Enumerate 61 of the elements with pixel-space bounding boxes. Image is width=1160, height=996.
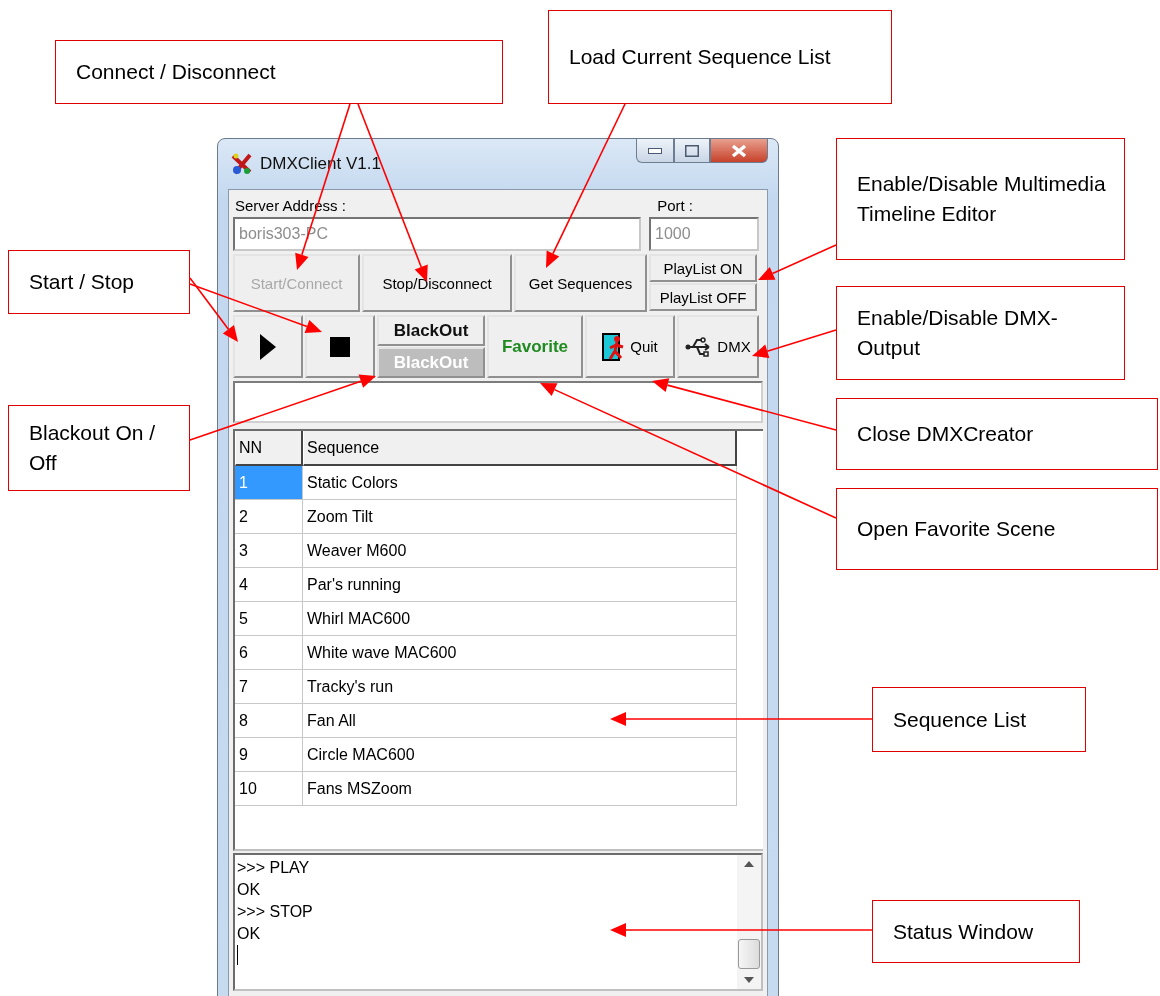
callout-label: Start / Stop [8,250,190,314]
scroll-thumb[interactable] [738,939,760,969]
connect-button[interactable]: Get Sequences [514,254,647,312]
maximize-button[interactable] [674,139,710,163]
callout-label: Close DMXCreator [836,398,1158,470]
table-cell[interactable]: Fans MSZoom [303,772,737,806]
status-line: OK [237,924,262,944]
callout-label: Connect / Disconnect [55,40,503,104]
table-cell[interactable]: Whirl MAC600 [303,602,737,636]
callout-label: Open Favorite Scene [836,488,1158,570]
callout-label: Status Window [872,900,1080,963]
status-line: >>> STOP [237,902,314,922]
app-icon [230,152,254,176]
table-cell[interactable]: Circle MAC600 [303,738,737,772]
table-cell[interactable]: 8 [235,704,303,738]
blackout-button[interactable]: BlackOut [377,315,485,346]
table-cell[interactable]: 7 [235,670,303,704]
table-cell[interactable]: 2 [235,500,303,534]
favorite-button[interactable]: Favorite [487,315,583,378]
table-cell[interactable]: 9 [235,738,303,772]
table-cell[interactable]: 3 [235,534,303,568]
callout-label: Blackout On / Off [8,405,190,491]
play-icon [260,333,276,360]
table-cell[interactable]: Static Colors [303,466,737,500]
callout-label: Enable/Disable Multimedia Timeline Editor [836,138,1125,260]
table-cell[interactable]: Par's running [303,568,737,602]
callout-label: Load Current Sequence List [548,10,892,104]
table-cell[interactable]: White wave MAC600 [303,636,737,670]
table-cell[interactable]: Tracky's run [303,670,737,704]
stop-button[interactable] [305,315,375,378]
play-button[interactable] [233,315,303,378]
dmx-button[interactable]: DMX [677,315,759,378]
scroll-down-icon [744,977,754,983]
column-header[interactable]: Sequence [303,431,737,466]
quit-button[interactable]: Quit [585,315,675,378]
text-cursor [237,945,238,965]
close-button[interactable] [710,139,768,163]
port-label: Port : [657,196,693,214]
input-field[interactable] [233,381,763,423]
connect-button[interactable]: Stop/Disconnect [362,254,512,312]
callout-label: Enable/Disable DMX-Output [836,286,1125,380]
table-cell[interactable]: 4 [235,568,303,602]
close-icon [731,143,747,158]
table-cell[interactable]: Zoom Tilt [303,500,737,534]
table-cell[interactable]: 5 [235,602,303,636]
status-line: >>> PLAY [237,858,311,878]
table-cell[interactable]: Fan All [303,704,737,738]
status-line: OK [237,880,262,900]
scroll-up-icon [744,861,754,867]
minimize-button[interactable] [636,139,674,163]
scrollbar[interactable] [737,855,761,989]
table-cell[interactable]: Weaver M600 [303,534,737,568]
minimize-icon [648,147,662,154]
playlist-button[interactable]: PlayList OFF [649,283,757,311]
stop-icon [330,336,350,357]
maximize-icon [685,144,699,157]
table-cell[interactable]: 10 [235,772,303,806]
table-cell[interactable]: 6 [235,636,303,670]
column-header[interactable]: NN [235,431,303,466]
callout-label: Sequence List [872,687,1086,752]
playlist-button[interactable]: PlayList ON [649,254,757,282]
